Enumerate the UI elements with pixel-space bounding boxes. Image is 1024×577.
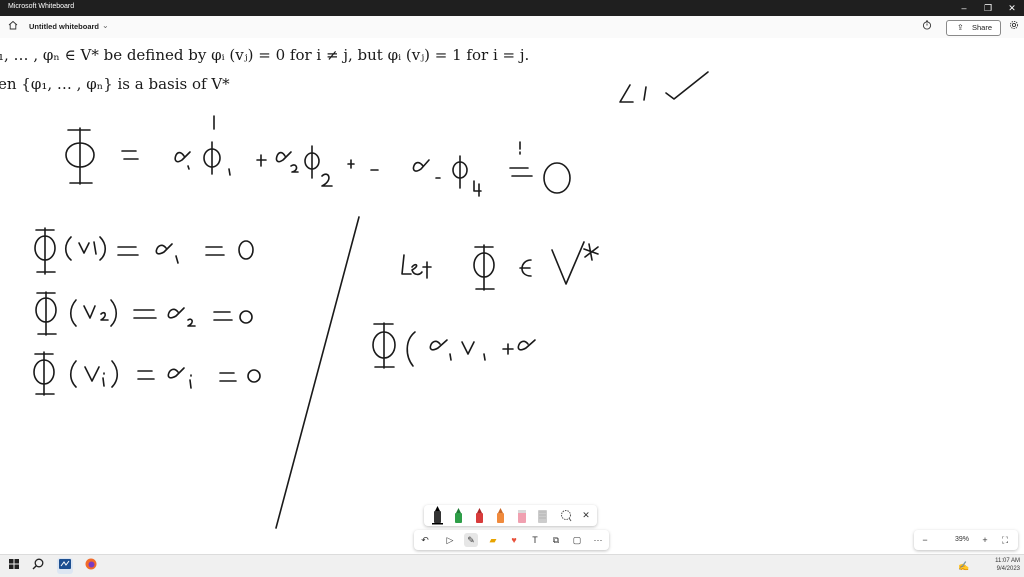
- whiteboard-app-icon[interactable]: [57, 558, 73, 574]
- ink-lin-independent: [619, 71, 709, 103]
- system-clock[interactable]: 11:07 AM 9/4/2023: [972, 557, 1020, 573]
- zoom-out-button[interactable]: −: [918, 533, 932, 547]
- ink-equation-4: [33, 351, 261, 396]
- undo-icon[interactable]: ↶: [418, 533, 432, 547]
- close-window-button[interactable]: ✕: [998, 0, 1024, 16]
- firefox-icon[interactable]: [83, 558, 99, 574]
- pen-tray-system-icon[interactable]: ✍: [956, 558, 972, 574]
- share-button[interactable]: ⇪ Share: [946, 20, 1001, 36]
- sticky-note-icon[interactable]: ▰: [486, 533, 500, 547]
- pen-red-icon: [476, 508, 483, 523]
- ink-divider-line: [275, 216, 360, 529]
- zoom-in-button[interactable]: +: [978, 533, 992, 547]
- handwriting-ink[interactable]: [0, 38, 1024, 554]
- pen-orange-icon: [497, 508, 504, 523]
- whiteboard-title[interactable]: Untitled whiteboard: [29, 22, 99, 31]
- chevron-down-icon[interactable]: ⌄: [102, 21, 109, 30]
- zoom-controls: − 39% + ⛶: [914, 530, 1018, 550]
- pen-tray-graphics: [432, 506, 572, 525]
- ink-let-phi-in-vstar: [401, 241, 599, 291]
- windows-taskbar: ✍ 11:07 AM 9/4/2023: [0, 554, 1024, 577]
- home-icon[interactable]: [6, 20, 20, 34]
- ink-equation-3: [35, 291, 253, 336]
- text-icon[interactable]: T: [528, 533, 542, 547]
- bottom-toolbar: ↶ ▷ ✎ ▰ ♥ T ⧉ ▢ ···: [414, 530, 609, 550]
- fit-to-screen-icon[interactable]: ⛶: [998, 533, 1012, 547]
- close-pen-tray-button[interactable]: ✕: [579, 508, 593, 522]
- pen-black-icon: [432, 506, 443, 525]
- eraser-icon: [538, 510, 547, 523]
- clock-time: 11:07 AM: [995, 558, 1020, 564]
- reactions-icon[interactable]: ♥: [507, 533, 521, 547]
- windows-start-icon[interactable]: [6, 558, 22, 574]
- templates-icon[interactable]: ▢: [570, 533, 584, 547]
- share-icon: ⇪: [957, 23, 964, 32]
- zoom-level[interactable]: 39%: [947, 530, 977, 550]
- ink-equation-2: [34, 227, 254, 275]
- search-icon[interactable]: [30, 558, 46, 574]
- pen-green-icon: [455, 508, 462, 523]
- pen-icon[interactable]: ✎: [464, 533, 478, 547]
- select-icon[interactable]: ▷: [443, 533, 457, 547]
- gear-icon[interactable]: [1007, 20, 1021, 34]
- highlighter-icon: [518, 510, 526, 523]
- ink-equation-1: [65, 115, 571, 197]
- ink-partial-expression: [372, 322, 536, 369]
- clock-date: 9/4/2023: [996, 566, 1020, 572]
- shapes-icon[interactable]: ⧉: [549, 533, 563, 547]
- share-label: Share: [972, 23, 993, 32]
- app-bar: Untitled whiteboard ⌄ ⇪ Share: [0, 16, 1024, 39]
- title-bar: Microsoft Whiteboard – ❐ ✕: [0, 0, 1024, 16]
- app-title: Microsoft Whiteboard: [8, 3, 75, 10]
- whiteboard-canvas[interactable]: ₁, … , φₙ ∈ V* be defined by φᵢ (vⱼ) = 0…: [0, 38, 1024, 554]
- pen-tray: ✕: [424, 505, 597, 526]
- lasso-icon: [561, 510, 572, 522]
- timer-icon[interactable]: [920, 20, 934, 34]
- more-tools-button[interactable]: ···: [591, 533, 605, 547]
